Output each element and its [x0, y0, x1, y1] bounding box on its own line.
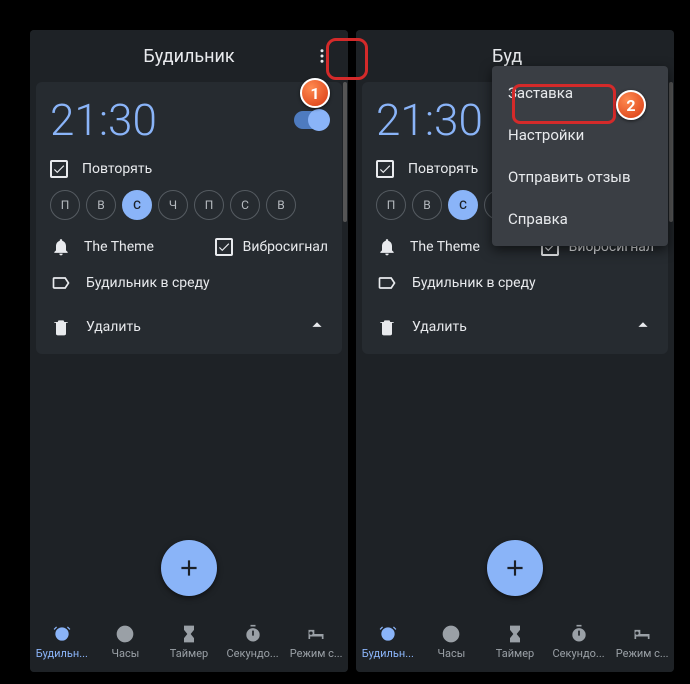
bottom-nav: Будильн... Часы Таймер Секундо... Режим …	[30, 610, 348, 672]
day-chip[interactable]: Ч	[158, 190, 188, 220]
tab-label: Будильн...	[36, 647, 88, 660]
add-alarm-fab[interactable]	[161, 540, 217, 596]
day-chip[interactable]: П	[194, 190, 224, 220]
stopwatch-icon	[242, 623, 264, 645]
alarm-time[interactable]: 21:30	[376, 94, 483, 146]
tab-timer[interactable]: Таймер	[483, 610, 547, 672]
alarm-icon	[377, 623, 399, 645]
tab-alarm[interactable]: Будильн...	[30, 610, 94, 672]
tab-stopwatch[interactable]: Секундо...	[547, 610, 611, 672]
days-row: П В С Ч П С В	[50, 190, 328, 220]
vibrate-label: Вибросигнал	[243, 239, 328, 255]
alarm-title: Будильник в среду	[86, 275, 210, 291]
bed-icon	[631, 623, 653, 645]
tab-label: Секундо...	[227, 647, 279, 660]
trash-icon	[50, 316, 72, 338]
label-icon	[376, 272, 398, 294]
repeat-label: Повторять	[82, 161, 152, 177]
day-chip[interactable]: П	[376, 190, 406, 220]
alarm-label-row[interactable]: Будильник в среду	[50, 272, 328, 294]
alarm-toggle[interactable]	[294, 111, 328, 129]
day-chip[interactable]: В	[86, 190, 116, 220]
add-alarm-fab[interactable]	[487, 540, 543, 596]
hourglass-icon	[504, 623, 526, 645]
tab-label: Часы	[437, 647, 465, 660]
day-chip[interactable]: П	[50, 190, 80, 220]
alarm-icon	[51, 623, 73, 645]
phone-left: Будильник 21:30 Повторять П В С	[30, 30, 348, 672]
ringtone-row[interactable]: The Theme	[50, 236, 215, 258]
tab-timer[interactable]: Таймер	[157, 610, 221, 672]
overflow-menu: Заставка Настройки Отправить отзыв Справ…	[492, 66, 668, 246]
alarm-title: Будильник в среду	[412, 275, 536, 291]
bottom-nav: Будильн... Часы Таймер Секундо... Режим …	[356, 610, 674, 672]
tab-label: Секундо...	[553, 647, 605, 660]
menu-settings[interactable]: Настройки	[492, 114, 668, 156]
clock-icon	[440, 623, 462, 645]
tab-bedtime[interactable]: Режим с...	[610, 610, 674, 672]
overflow-menu-button[interactable]	[306, 40, 338, 72]
menu-feedback[interactable]: Отправить отзыв	[492, 156, 668, 198]
page-title: Будильник	[143, 46, 234, 67]
day-chip[interactable]: С	[230, 190, 260, 220]
delete-button[interactable]: Удалить	[50, 316, 141, 338]
clock-icon	[114, 623, 136, 645]
bell-icon	[376, 236, 398, 258]
bed-icon	[305, 623, 327, 645]
alarm-label-row[interactable]: Будильник в среду	[376, 272, 654, 294]
tab-clock[interactable]: Часы	[94, 610, 158, 672]
alarm-card: 21:30 Повторять П В С Ч П С В	[36, 82, 342, 354]
stopwatch-icon	[568, 623, 590, 645]
phone-right: Буд 21:30 Повторять П В С Ч П С	[356, 30, 674, 672]
menu-help[interactable]: Справка	[492, 198, 668, 240]
vibrate-row[interactable]: Вибросигнал	[215, 238, 328, 256]
day-chip[interactable]: В	[266, 190, 296, 220]
tab-label: Режим с...	[616, 647, 669, 660]
plus-icon	[502, 555, 528, 581]
plus-icon	[176, 555, 202, 581]
collapse-button[interactable]	[306, 314, 328, 340]
checkbox-icon	[215, 238, 233, 256]
more-vert-icon	[313, 47, 331, 65]
trash-icon	[376, 316, 398, 338]
checkbox-icon	[50, 160, 68, 178]
repeat-row[interactable]: Повторять	[50, 160, 328, 178]
tab-label: Режим с...	[290, 647, 343, 660]
tab-alarm[interactable]: Будильн...	[356, 610, 420, 672]
content-area: 21:30 Повторять П В С Ч П С В	[30, 82, 348, 610]
delete-label: Удалить	[86, 319, 141, 335]
tab-label: Таймер	[170, 647, 208, 660]
page-title: Буд	[492, 46, 522, 67]
checkbox-icon	[376, 160, 394, 178]
app-bar: Будильник	[30, 30, 348, 82]
delete-label: Удалить	[412, 319, 467, 335]
collapse-button[interactable]	[632, 314, 654, 340]
step-badge: 2	[616, 90, 646, 120]
bell-icon	[50, 236, 72, 258]
day-chip[interactable]: С	[448, 190, 478, 220]
ringtone-label: The Theme	[84, 239, 154, 255]
tab-bedtime[interactable]: Режим с...	[284, 610, 348, 672]
step-badge: 1	[300, 78, 330, 108]
hourglass-icon	[178, 623, 200, 645]
tab-stopwatch[interactable]: Секундо...	[221, 610, 285, 672]
tab-label: Часы	[111, 647, 139, 660]
ringtone-label: The Theme	[410, 239, 480, 255]
label-icon	[50, 272, 72, 294]
repeat-label: Повторять	[408, 161, 478, 177]
delete-button[interactable]: Удалить	[376, 316, 467, 338]
day-chip[interactable]: В	[412, 190, 442, 220]
tab-label: Будильн...	[362, 647, 414, 660]
tab-label: Таймер	[496, 647, 534, 660]
alarm-time[interactable]: 21:30	[50, 94, 157, 146]
day-chip[interactable]: С	[122, 190, 152, 220]
tab-clock[interactable]: Часы	[420, 610, 484, 672]
